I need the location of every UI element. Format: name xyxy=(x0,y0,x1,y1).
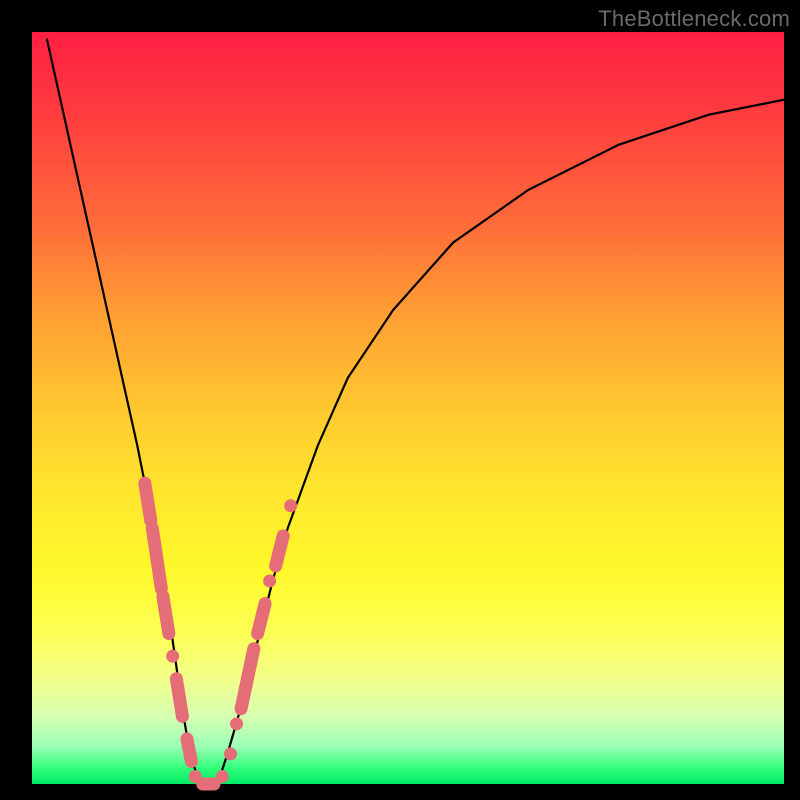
bottleneck-curve xyxy=(47,40,784,785)
marker-segment xyxy=(152,528,161,588)
marker-segment xyxy=(176,679,182,717)
marker-segment xyxy=(187,739,192,762)
chart-plot-area xyxy=(32,32,784,784)
marker-dot xyxy=(224,747,237,760)
marker-segment xyxy=(145,483,151,521)
marker-dot xyxy=(216,770,229,783)
marker-segments xyxy=(145,483,283,784)
marker-dot xyxy=(189,770,202,783)
marker-segment xyxy=(276,536,284,566)
marker-dot xyxy=(166,650,179,663)
marker-segment xyxy=(241,649,254,709)
marker-dot xyxy=(230,717,243,730)
chart-svg xyxy=(32,32,784,784)
marker-dot xyxy=(284,499,297,512)
marker-segment xyxy=(163,596,169,634)
marker-segment xyxy=(258,604,266,634)
watermark-text: TheBottleneck.com xyxy=(598,6,790,32)
marker-dot xyxy=(263,574,276,587)
